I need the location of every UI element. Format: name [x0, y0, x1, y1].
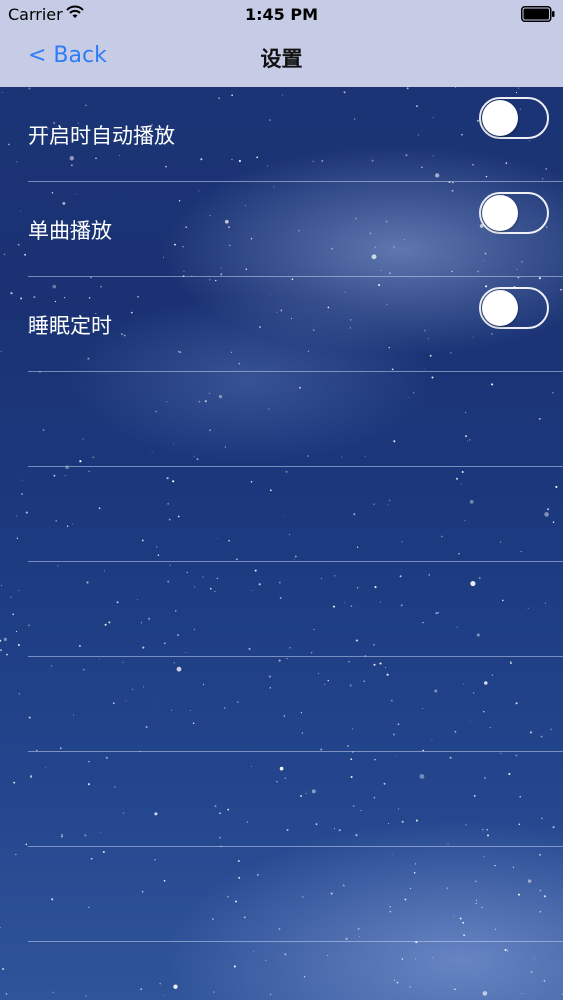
star — [530, 971, 533, 974]
setting-row-sleep-timer: 睡眠定时 — [0, 277, 563, 372]
star — [375, 981, 377, 983]
battery-icon — [521, 6, 555, 22]
toggle-knob — [482, 100, 518, 136]
star — [409, 986, 411, 988]
star — [533, 958, 535, 960]
star — [303, 976, 306, 978]
toggle-knob — [482, 290, 518, 326]
star — [284, 953, 287, 956]
star — [85, 995, 87, 997]
star — [213, 991, 215, 993]
autoplay-toggle[interactable] — [479, 97, 549, 139]
single-track-toggle[interactable] — [479, 192, 549, 234]
setting-row-autoplay: 开启时自动播放 — [0, 87, 563, 182]
empty-row — [0, 657, 563, 752]
star — [264, 959, 267, 962]
star — [432, 957, 434, 959]
setting-row-single-track: 单曲播放 — [0, 182, 563, 277]
star — [253, 951, 255, 953]
setting-label: 单曲播放 — [28, 219, 112, 243]
navigation-bar: < Back 设置 — [0, 30, 563, 87]
settings-list: 开启时自动播放 单曲播放 睡眠定时 — [0, 87, 563, 942]
star — [326, 954, 328, 956]
empty-row — [0, 752, 563, 847]
star — [414, 958, 417, 960]
sleep-timer-toggle[interactable] — [479, 287, 549, 329]
page-title: 设置 — [260, 47, 303, 71]
star — [5, 993, 8, 995]
star — [173, 984, 178, 989]
star — [2, 968, 4, 970]
empty-row — [0, 372, 563, 467]
status-bar: Carrier 1:45 PM — [0, 0, 563, 30]
star — [269, 993, 272, 996]
empty-row — [0, 562, 563, 657]
star — [394, 979, 396, 981]
star — [52, 991, 55, 994]
star — [163, 994, 165, 996]
star — [504, 949, 507, 951]
setting-label: 睡眠定时 — [28, 314, 112, 338]
star — [401, 958, 404, 960]
star — [159, 983, 161, 985]
empty-row — [0, 467, 563, 562]
star — [506, 949, 509, 952]
toggle-knob — [482, 195, 518, 231]
empty-row — [0, 847, 563, 942]
star — [396, 981, 399, 984]
settings-screen: Carrier 1:45 PM < Back 设置 开启时自动播放 单曲播放 睡… — [0, 0, 563, 1000]
star — [521, 993, 523, 995]
status-time: 1:45 PM — [244, 5, 318, 24]
star — [140, 988, 142, 990]
setting-label: 开启时自动播放 — [28, 124, 175, 148]
star — [233, 965, 236, 968]
top-bar: Carrier 1:45 PM < Back 设置 — [0, 0, 563, 87]
star — [543, 980, 546, 982]
star — [454, 988, 456, 991]
star — [482, 991, 488, 996]
